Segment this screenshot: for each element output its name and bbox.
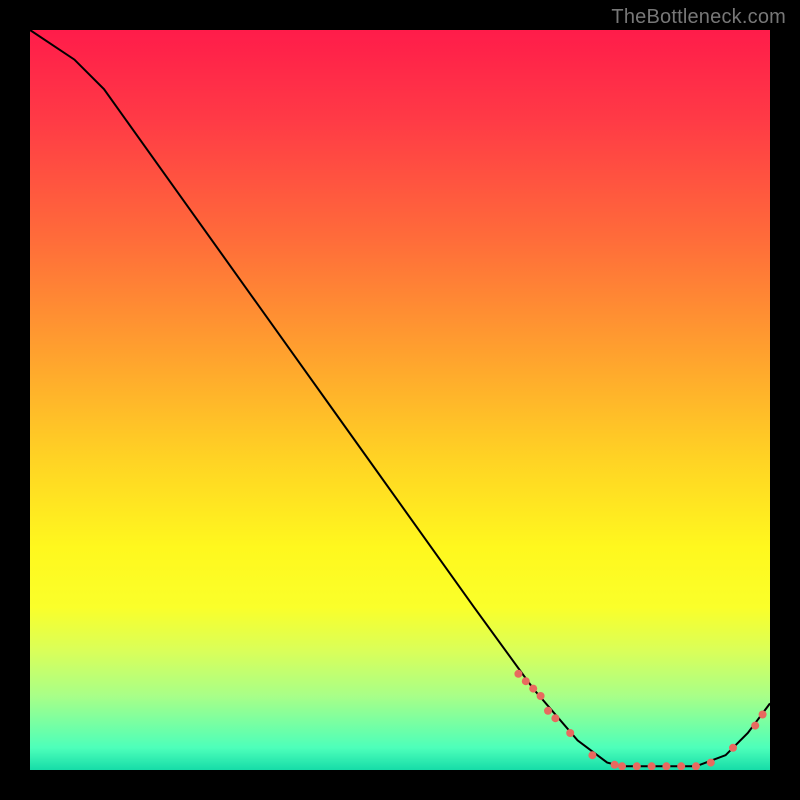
data-marker [588,751,596,759]
data-marker [692,762,700,770]
data-marker [633,762,641,770]
watermark-text: TheBottleneck.com [611,6,786,29]
data-marker [611,761,619,769]
data-marker [551,714,559,722]
data-marker [677,762,685,770]
data-marker [514,670,522,678]
marker-layer [514,670,766,770]
plot-area [30,30,770,770]
data-marker [662,762,670,770]
chart-frame: TheBottleneck.com [0,0,800,800]
data-marker [544,707,552,715]
data-marker [529,685,537,693]
data-marker [729,744,737,752]
curve-layer [30,30,770,766]
data-marker [537,692,545,700]
data-marker [648,762,656,770]
data-marker [751,722,759,730]
data-marker [759,711,767,719]
data-marker [618,762,626,770]
data-marker [707,759,715,767]
data-marker [566,729,574,737]
bottleneck-curve [30,30,770,766]
data-marker [522,677,530,685]
chart-svg [30,30,770,770]
